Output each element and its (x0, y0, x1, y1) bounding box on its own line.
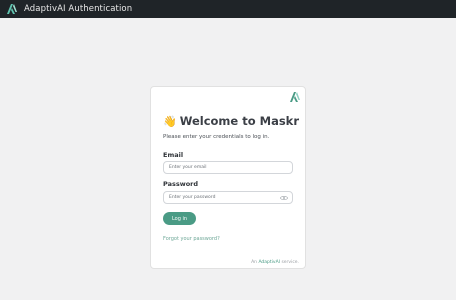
top-bar: AdaptivAI Authentication (0, 0, 456, 18)
adaptivai-logo-icon (6, 3, 18, 15)
password-field[interactable]: Enter your password (163, 191, 293, 204)
wave-icon: 👋 (163, 115, 177, 128)
app-title: AdaptivAI Authentication (24, 4, 133, 14)
footer-brand-link[interactable]: AdaptivAI (258, 260, 280, 265)
login-card: 👋 Welcome to Maskr Please enter your cred… (150, 86, 306, 269)
footer-suffix: service. (281, 260, 299, 265)
email-placeholder: Enter your email (169, 165, 207, 170)
forgot-password-link[interactable]: Forgot your password? (163, 236, 220, 242)
heading-text: Welcome to Maskr (179, 114, 299, 128)
login-button[interactable]: Log in (163, 212, 196, 225)
page-title: 👋 Welcome to Maskr (163, 114, 299, 128)
email-field[interactable]: Enter your email (163, 161, 293, 174)
adaptivai-logo-icon (289, 91, 301, 103)
email-label: Email (163, 151, 184, 159)
password-placeholder: Enter your password (169, 195, 216, 200)
password-label: Password (163, 180, 199, 188)
footer-note: An AdaptivAI service. (251, 260, 299, 265)
eye-icon[interactable] (280, 196, 288, 200)
subtitle: Please enter your credentials to log in. (163, 134, 270, 140)
footer-prefix: An (251, 260, 257, 265)
